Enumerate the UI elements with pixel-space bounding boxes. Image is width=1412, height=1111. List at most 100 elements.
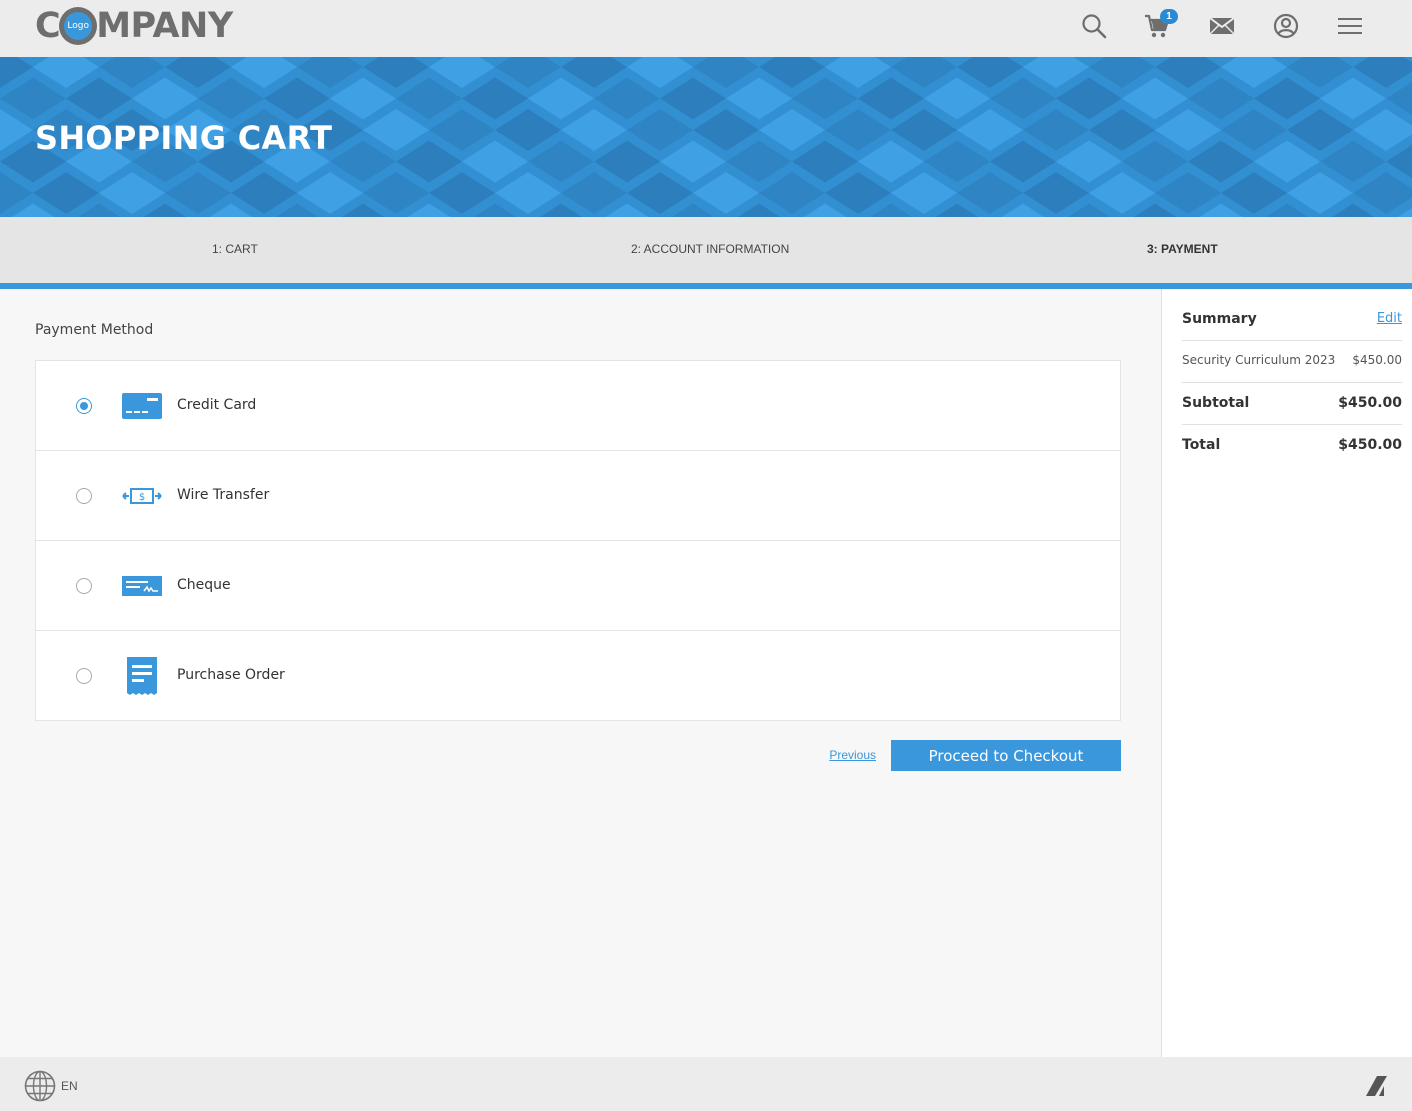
cheque-icon bbox=[121, 566, 163, 606]
banner-diamond bbox=[66, 77, 132, 120]
payment-option-wire-transfer[interactable]: $ Wire Transfer bbox=[36, 450, 1120, 540]
banner-diamond bbox=[495, 172, 561, 214]
logo-text-end: MPANY bbox=[96, 6, 233, 46]
banner-diamond bbox=[627, 172, 693, 214]
banner-diamond bbox=[1155, 109, 1221, 151]
banner-diamond bbox=[1122, 140, 1188, 183]
previous-link[interactable]: Previous bbox=[829, 748, 876, 762]
cart-count-badge: 1 bbox=[1160, 9, 1178, 24]
banner-diamond bbox=[429, 109, 495, 151]
banner-diamond bbox=[99, 172, 165, 214]
account-button[interactable] bbox=[1270, 10, 1302, 42]
purchase-order-radio[interactable] bbox=[76, 668, 92, 684]
banner-diamond bbox=[891, 172, 957, 214]
company-logo[interactable]: C Logo MPANY bbox=[35, 6, 233, 46]
step-account-information[interactable]: 2: ACCOUNT INFORMATION bbox=[631, 242, 789, 256]
banner-diamond bbox=[726, 77, 792, 120]
banner-diamond bbox=[396, 140, 462, 183]
banner-diamond bbox=[594, 77, 660, 120]
credit-card-label: Credit Card bbox=[177, 397, 257, 413]
hamburger-menu-icon bbox=[1338, 18, 1362, 34]
banner-diamond bbox=[198, 77, 264, 120]
banner-diamond bbox=[363, 172, 429, 214]
brand-mark-icon bbox=[1366, 1076, 1387, 1096]
payment-option-purchase-order[interactable]: Purchase Order bbox=[36, 630, 1120, 720]
banner-diamond bbox=[1188, 77, 1254, 120]
banner-diamond bbox=[693, 57, 759, 88]
banner-diamond bbox=[330, 77, 396, 120]
banner-diamond bbox=[792, 77, 858, 120]
banner-diamond bbox=[264, 77, 330, 120]
banner-diamond bbox=[495, 57, 561, 88]
globe-icon bbox=[24, 1070, 56, 1102]
banner-diamond bbox=[924, 77, 990, 120]
purchase-order-label: Purchase Order bbox=[177, 667, 285, 683]
banner-diamond bbox=[792, 140, 858, 183]
banner-diamond bbox=[1089, 172, 1155, 214]
search-button[interactable] bbox=[1078, 10, 1110, 42]
banner-diamond bbox=[825, 109, 891, 151]
line-item-name: Security Curriculum 2023 bbox=[1182, 353, 1336, 367]
banner-diamond bbox=[891, 109, 957, 151]
language-selector[interactable]: EN bbox=[24, 1070, 78, 1102]
banner-diamond bbox=[132, 77, 198, 120]
cart-button[interactable]: 1 bbox=[1142, 9, 1178, 42]
proceed-to-checkout-button[interactable]: Proceed to Checkout bbox=[891, 740, 1121, 771]
banner-diamond bbox=[726, 140, 792, 183]
banner-diamond bbox=[1122, 77, 1188, 120]
summary-divider bbox=[1182, 382, 1402, 383]
credit-card-icon bbox=[121, 386, 163, 426]
subtotal-row: Subtotal $450.00 bbox=[1182, 395, 1402, 411]
credit-card-radio[interactable] bbox=[76, 398, 92, 414]
cheque-radio[interactable] bbox=[76, 578, 92, 594]
banner-diamond bbox=[363, 57, 429, 88]
banner-diamond bbox=[594, 140, 660, 183]
banner-diamond bbox=[165, 172, 231, 214]
banner-diamond bbox=[924, 140, 990, 183]
checkout-steps: 1: CART 2: ACCOUNT INFORMATION 3: PAYMEN… bbox=[0, 217, 1412, 283]
step-payment[interactable]: 3: PAYMENT bbox=[1147, 242, 1218, 256]
subtotal-label: Subtotal bbox=[1182, 395, 1250, 411]
order-summary: Summary Edit Security Curriculum 2023 $4… bbox=[1161, 289, 1412, 1057]
banner-diamond bbox=[528, 77, 594, 120]
total-row: Total $450.00 bbox=[1182, 437, 1402, 453]
payment-option-cheque[interactable]: Cheque bbox=[36, 540, 1120, 630]
banner-diamond bbox=[1056, 77, 1122, 120]
banner-diamond bbox=[33, 57, 99, 88]
banner-diamond bbox=[759, 109, 825, 151]
subtotal-value: $450.00 bbox=[1338, 395, 1402, 411]
envelope-icon bbox=[1209, 17, 1235, 35]
wire-transfer-icon: $ bbox=[121, 476, 163, 516]
payment-panel: Payment Method Credit Card $ Wire Transf… bbox=[0, 289, 1161, 1057]
banner-diamond bbox=[957, 57, 1023, 88]
banner-diamond bbox=[660, 77, 726, 120]
banner-diamond bbox=[891, 57, 957, 88]
search-icon bbox=[1082, 14, 1107, 39]
wire-transfer-label: Wire Transfer bbox=[177, 487, 270, 503]
banner-diamond bbox=[363, 109, 429, 151]
total-value: $450.00 bbox=[1338, 437, 1402, 453]
summary-divider bbox=[1182, 340, 1402, 341]
summary-divider bbox=[1182, 424, 1402, 425]
edit-cart-link[interactable]: Edit bbox=[1377, 311, 1402, 327]
banner-diamond bbox=[825, 172, 891, 214]
messages-button[interactable] bbox=[1206, 10, 1238, 42]
line-item-price: $450.00 bbox=[1352, 353, 1402, 367]
banner-diamond bbox=[330, 140, 396, 183]
banner-diamond bbox=[396, 77, 462, 120]
banner-diamond bbox=[0, 77, 66, 120]
wire-transfer-radio[interactable] bbox=[76, 488, 92, 504]
banner-diamond bbox=[1155, 172, 1221, 214]
menu-button[interactable] bbox=[1334, 10, 1366, 42]
banner-diamond bbox=[990, 140, 1056, 183]
banner-diamond bbox=[429, 57, 495, 88]
banner-diamond bbox=[957, 109, 1023, 151]
logo-badge: Logo bbox=[59, 7, 98, 45]
banner-diamond bbox=[1023, 172, 1089, 214]
banner-diamond bbox=[1254, 140, 1320, 183]
banner-diamond bbox=[165, 57, 231, 88]
payment-option-credit-card[interactable]: Credit Card bbox=[36, 361, 1120, 450]
checkout-actions: Previous Proceed to Checkout bbox=[35, 740, 1121, 771]
banner-diamond bbox=[1023, 57, 1089, 88]
step-cart[interactable]: 1: CART bbox=[212, 242, 258, 256]
